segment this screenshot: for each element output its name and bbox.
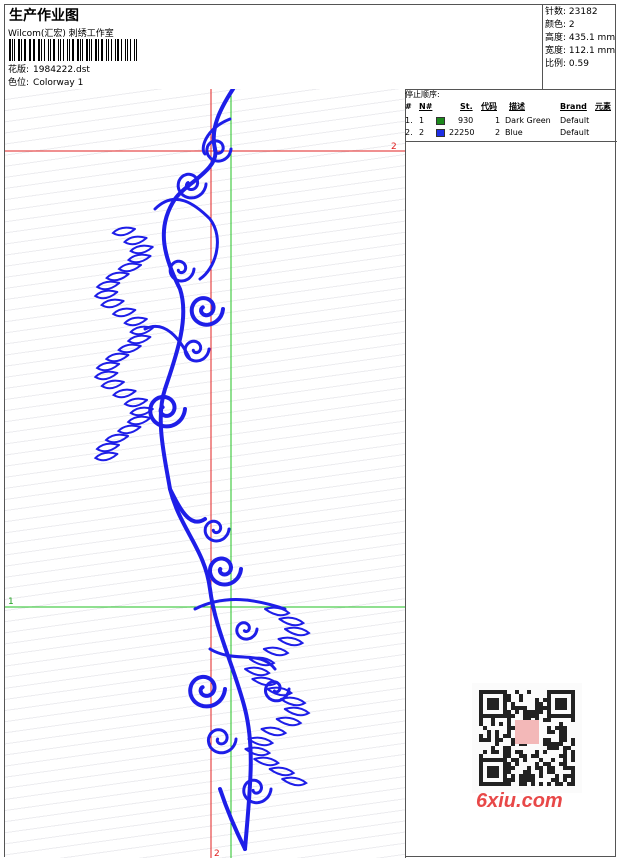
col-brand: Brand xyxy=(560,102,587,111)
color-swatch-icon xyxy=(436,117,445,125)
stop-sequence-title: 停止顺序: xyxy=(405,90,440,99)
green-marker-left: 1 xyxy=(8,597,14,607)
sheet-title: 生产作业图 xyxy=(9,8,79,24)
design-row: 花版: 1984222.dst xyxy=(8,62,90,75)
stop-sequence-header: # N# St. 代码 描述 Brand 元素 xyxy=(405,101,617,113)
col-needle: N# xyxy=(419,102,433,111)
colorway-row: 色位: Colorway 1 xyxy=(8,75,83,88)
qr-code-icon xyxy=(472,683,582,793)
stat-height: 高度: 435.1 mm xyxy=(545,33,616,43)
design-value: 1984222.dst xyxy=(33,65,90,75)
stat-width: 宽度: 112.1 mm xyxy=(545,46,616,56)
red-marker-bottom: 2 xyxy=(214,849,220,858)
design-label: 花版: xyxy=(8,65,30,75)
stat-scale: 比例: 0.59 xyxy=(545,59,589,69)
col-description: 描述 xyxy=(509,102,525,111)
company-name: Wilcom(汇宏) 刺绣工作室 xyxy=(8,29,114,39)
col-code: 代码 xyxy=(481,102,497,111)
red-marker-top: 2 xyxy=(391,142,397,152)
stat-stitches: 针数: 23182 xyxy=(545,7,598,17)
col-element: 元素 xyxy=(595,102,611,111)
color-swatch-icon xyxy=(436,129,445,137)
col-stitches: St. xyxy=(460,102,473,111)
color-row: 1. 1 930 1 Dark Green Default xyxy=(405,116,590,125)
design-preview: 2 2 1 xyxy=(5,89,406,858)
col-index: # xyxy=(405,102,412,111)
stop-sequence-panel: 停止顺序: # N# St. 代码 描述 Brand 元素 1. 1 930 1… xyxy=(405,89,617,142)
barcode-icon xyxy=(9,39,139,61)
stat-colors: 颜色: 2 xyxy=(545,20,575,30)
colorway-value: Colorway 1 xyxy=(33,78,84,88)
color-row: 2. 2 22250 2 Blue Default xyxy=(405,128,590,137)
sheet-header: 生产作业图 Wilcom(汇宏) 刺绣工作室 花版: 1984222.dst 色位… xyxy=(5,5,615,90)
colorway-label: 色位: xyxy=(8,78,30,88)
watermark-logo: 6xiu.com xyxy=(476,790,563,812)
embroidery-artwork: 2 2 1 xyxy=(5,89,405,858)
stats-box: 针数: 23182 颜色: 2 高度: 435.1 mm 宽度: 112.1 m… xyxy=(542,5,617,89)
